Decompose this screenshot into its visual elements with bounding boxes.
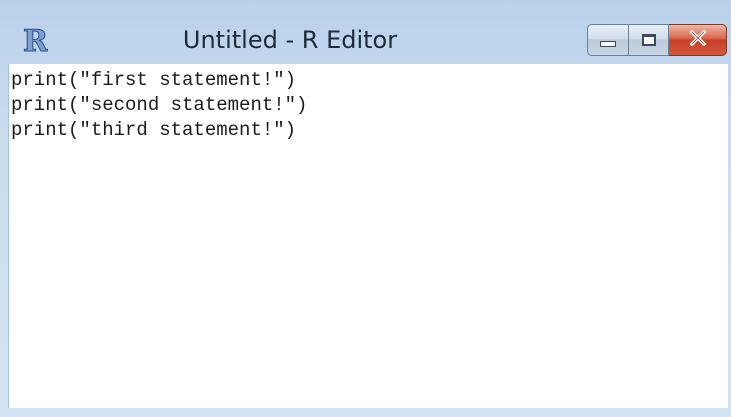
code-editor-area[interactable]: print("first statement!") print("second … [8, 64, 728, 408]
title-bar[interactable]: R Untitled - R Editor [0, 0, 731, 64]
code-line[interactable]: print("third statement!") [9, 118, 728, 143]
window-controls [587, 24, 727, 58]
minimize-button[interactable] [587, 24, 629, 56]
close-button[interactable] [669, 24, 727, 56]
minimize-icon [600, 41, 616, 47]
window-title: Untitled - R Editor [182, 26, 398, 54]
code-lines: print("first statement!") print("second … [9, 64, 728, 143]
maximize-icon [641, 34, 656, 46]
maximize-button[interactable] [629, 24, 669, 56]
code-line[interactable]: print("first statement!") [9, 68, 728, 93]
close-icon [689, 29, 707, 51]
r-editor-window: R Untitled - R Editor print("first state… [0, 0, 731, 417]
code-line[interactable]: print("second statement!") [9, 93, 728, 118]
